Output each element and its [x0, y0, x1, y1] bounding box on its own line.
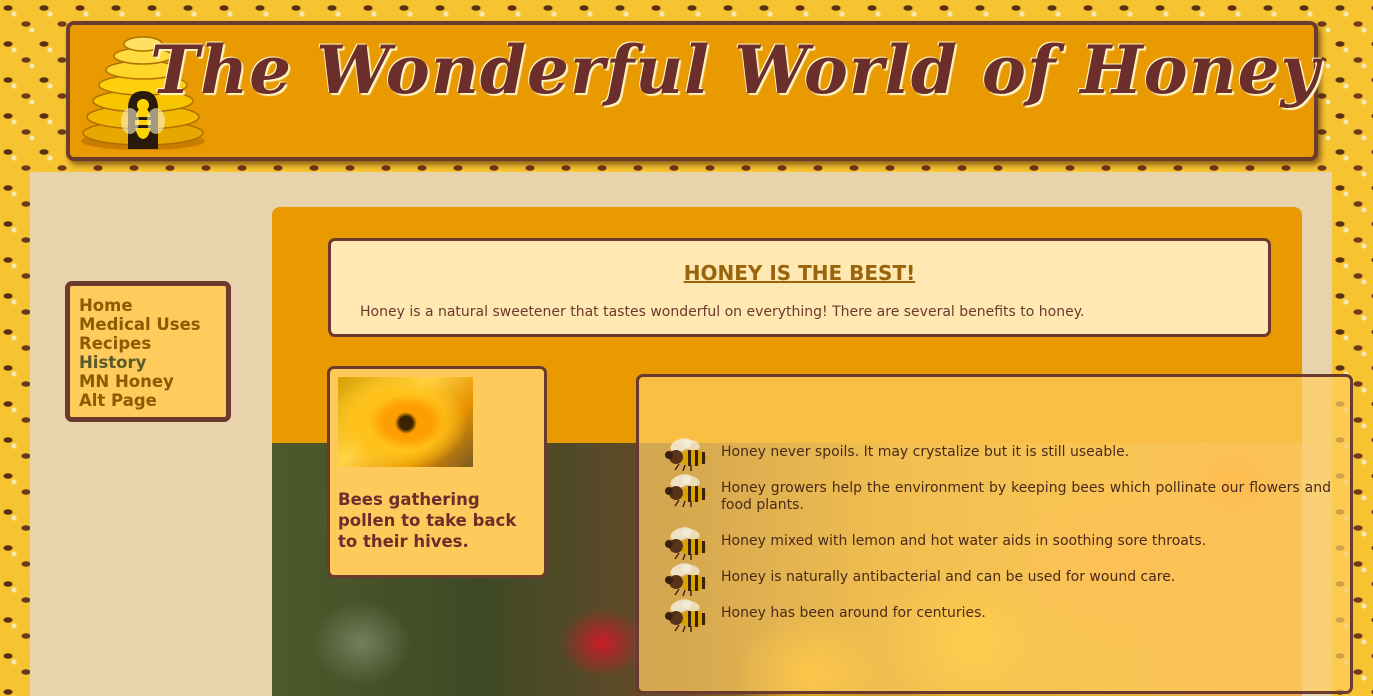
photo-caption-box: Bees gathering pollen to take back to th…: [327, 366, 547, 578]
nav-link-history[interactable]: History: [79, 353, 226, 372]
benefit-text: Honey mixed with lemon and hot water aid…: [721, 533, 1207, 549]
nav-link-alt-page[interactable]: Alt Page: [79, 391, 226, 410]
intro-box: HONEY IS THE BEST! Honey is a natural sw…: [328, 238, 1271, 337]
nav-link-medical-uses[interactable]: Medical Uses: [79, 315, 226, 334]
benefit-text: Honey has been around for centuries.: [721, 605, 986, 621]
site-header: The Wonderful World of Honey: [66, 21, 1320, 161]
benefits-box: Honey never spoils. It may crystalize bu…: [636, 374, 1353, 694]
site-title: The Wonderful World of Honey: [150, 31, 1320, 109]
bee-on-flower-photo: [338, 377, 473, 467]
benefit-item: Honey has been around for centuries.: [661, 598, 1331, 632]
nav-link-recipes[interactable]: Recipes: [79, 334, 226, 353]
benefit-text: Honey is naturally antibacterial and can…: [721, 569, 1176, 585]
benefit-item: Honey never spoils. It may crystalize bu…: [661, 437, 1331, 471]
intro-heading: HONEY IS THE BEST!: [683, 261, 916, 285]
nav-link-mn-honey[interactable]: MN Honey: [79, 372, 226, 391]
bee-icon: [665, 599, 707, 632]
benefit-text: Honey growers help the environment by ke…: [721, 480, 1331, 513]
benefit-item: Honey mixed with lemon and hot water aid…: [661, 526, 1331, 560]
nav-link-home[interactable]: Home: [79, 296, 226, 315]
benefit-text: Honey never spoils. It may crystalize bu…: [721, 444, 1130, 460]
sidebar-nav: Home Medical Uses Recipes History MN Hon…: [65, 281, 231, 422]
benefit-item: Honey growers help the environment by ke…: [661, 473, 1331, 514]
bee-icon: [665, 474, 707, 507]
bee-icon: [665, 563, 707, 596]
benefit-item: Honey is naturally antibacterial and can…: [661, 562, 1331, 596]
photo-caption: Bees gathering pollen to take back to th…: [338, 490, 517, 551]
intro-text: Honey is a natural sweetener that tastes…: [360, 304, 1085, 320]
bee-icon: [665, 438, 707, 471]
bee-icon: [665, 527, 707, 560]
